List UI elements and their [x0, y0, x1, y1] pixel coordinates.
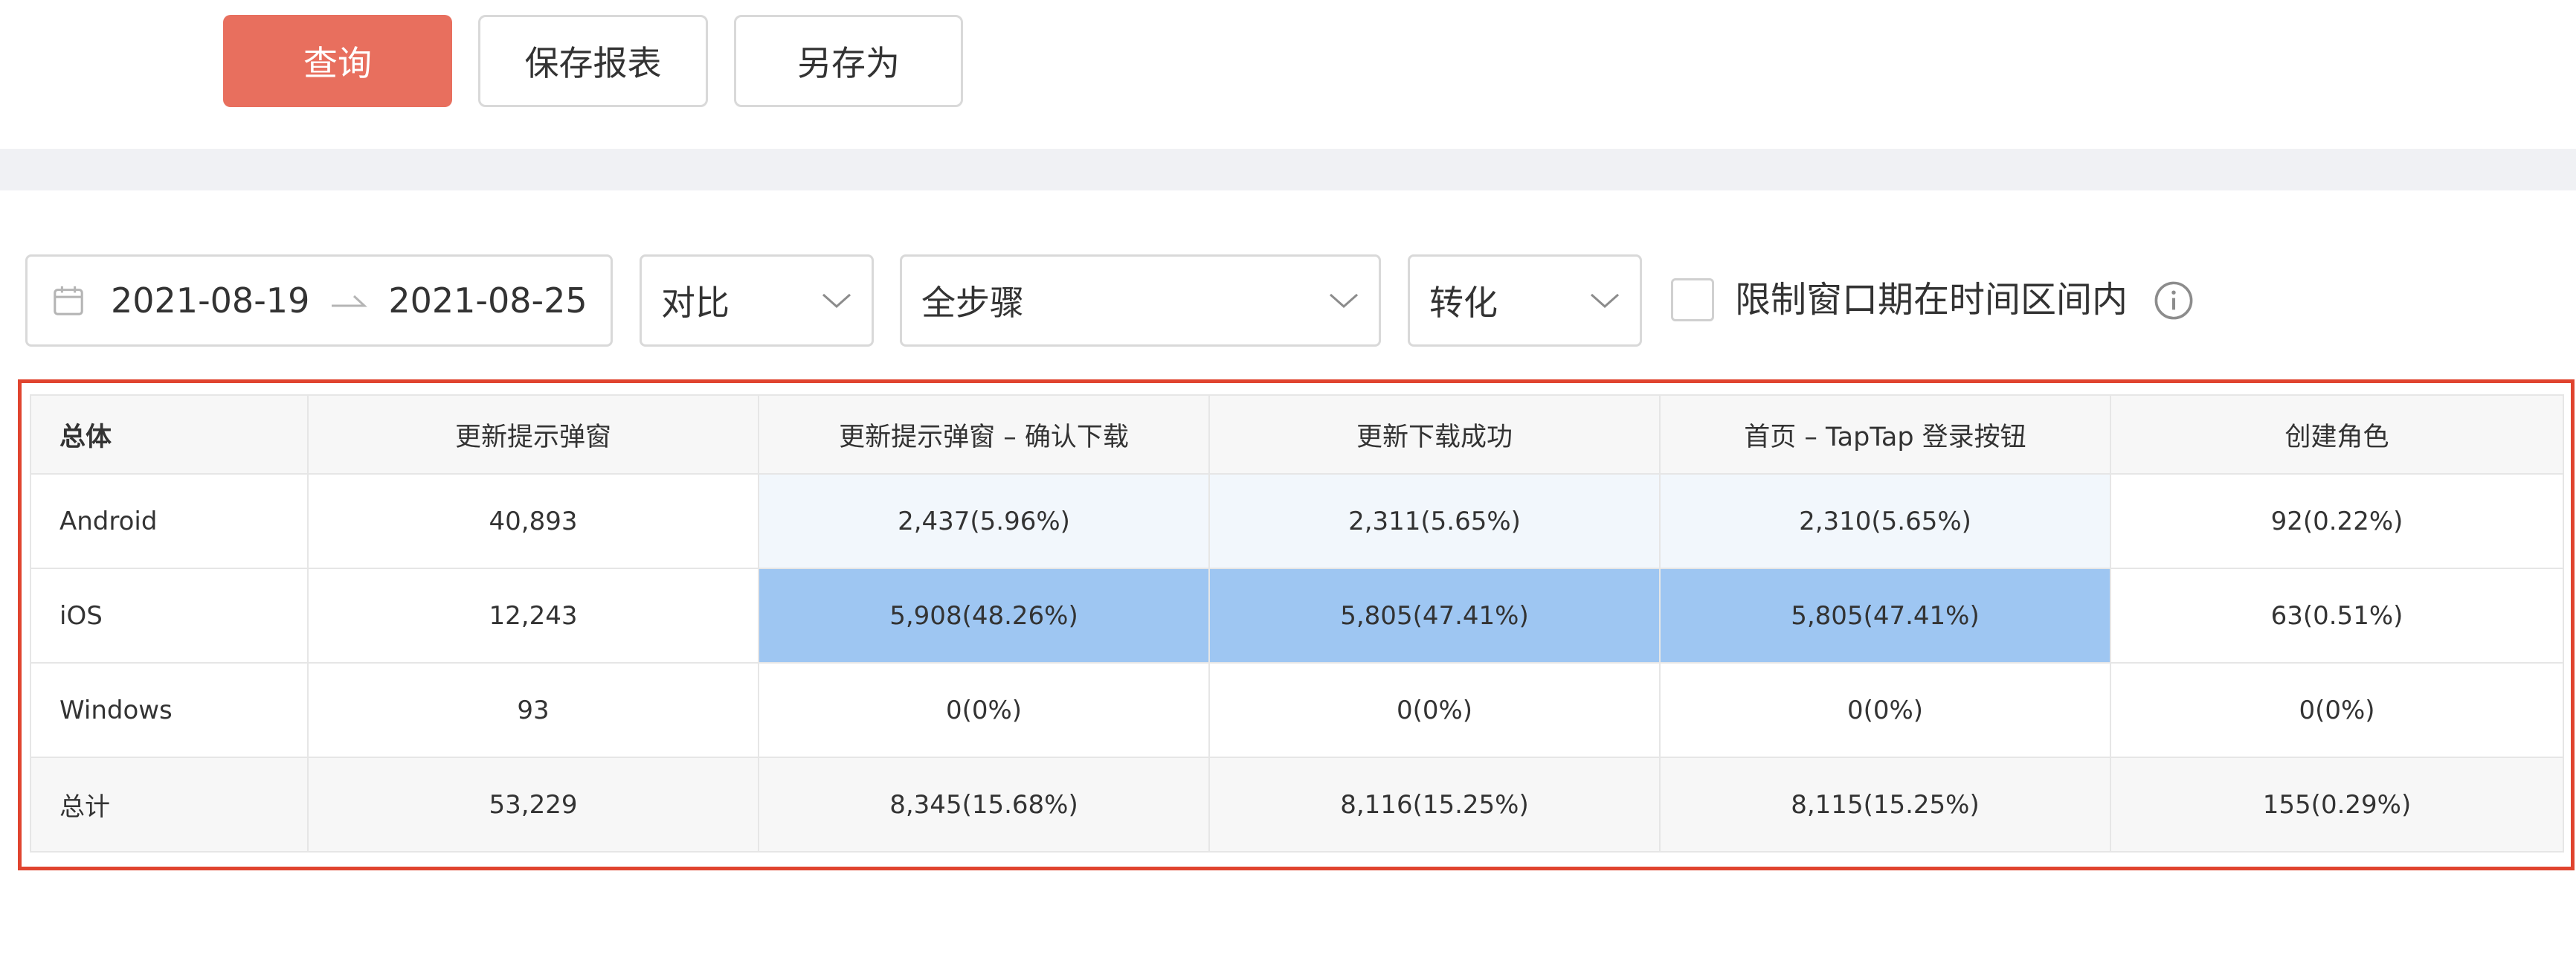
- row-label: 总计: [30, 757, 309, 853]
- save-report-button[interactable]: 保存报表: [478, 15, 708, 107]
- table-cell: 2,437(5.96%): [758, 473, 1210, 569]
- date-range-picker[interactable]: 2021-08-19 2021-08-25: [25, 254, 613, 347]
- column-header: 更新提示弹窗: [307, 394, 759, 475]
- table-cell: 5,805(47.41%): [1659, 568, 2111, 664]
- date-end[interactable]: 2021-08-25: [388, 280, 587, 321]
- compare-select-value: 对比: [661, 283, 730, 323]
- table-cell: 0(0%): [1659, 662, 2111, 758]
- steps-select-value: 全步骤: [921, 283, 1024, 323]
- compare-select[interactable]: 对比: [640, 254, 874, 347]
- row-label: Android: [30, 473, 309, 569]
- row-label: Windows: [30, 662, 309, 758]
- funnel-table: 总体 更新提示弹窗 更新提示弹窗 – 确认下载 更新下载成功 首页 – TapT…: [30, 394, 2564, 853]
- table-cell: 8,115(15.25%): [1659, 757, 2111, 853]
- table-row: iOS 12,243 5,908(48.26%) 5,805(47.41%) 5…: [30, 568, 2564, 664]
- table-cell: 2,311(5.65%): [1208, 473, 1661, 569]
- table-total-row: 总计 53,229 8,345(15.68%) 8,116(15.25%) 8,…: [30, 757, 2564, 853]
- conversion-select[interactable]: 转化: [1408, 254, 1642, 347]
- restrict-window-checkbox[interactable]: [1671, 278, 1714, 321]
- table-cell: 12,243: [307, 568, 759, 664]
- column-header: 更新下载成功: [1208, 394, 1661, 475]
- date-start[interactable]: 2021-08-19: [111, 280, 309, 321]
- table-header-row: 总体 更新提示弹窗 更新提示弹窗 – 确认下载 更新下载成功 首页 – TapT…: [30, 394, 2564, 475]
- table-row: Windows 93 0(0%) 0(0%) 0(0%) 0(0%): [30, 662, 2564, 758]
- column-header: 创建角色: [2110, 394, 2564, 475]
- table-cell: 5,805(47.41%): [1208, 568, 1661, 664]
- range-arrow-icon: [332, 295, 368, 307]
- table-cell: 92(0.22%): [2110, 473, 2564, 569]
- table-cell: 8,345(15.68%): [758, 757, 1210, 853]
- info-icon[interactable]: [2154, 280, 2194, 321]
- save-as-button[interactable]: 另存为: [734, 15, 963, 107]
- table-cell: 5,908(48.26%): [758, 568, 1210, 664]
- table-row: Android 40,893 2,437(5.96%) 2,311(5.65%)…: [30, 473, 2564, 569]
- table-cell: 0(0%): [758, 662, 1210, 758]
- calendar-icon: [54, 286, 83, 315]
- query-button[interactable]: 查询: [223, 15, 452, 107]
- table-cell: 2,310(5.65%): [1659, 473, 2111, 569]
- table-cell: 53,229: [307, 757, 759, 853]
- restrict-window-label: 限制窗口期在时间区间内: [1735, 279, 2128, 321]
- table-cell: 155(0.29%): [2110, 757, 2564, 853]
- table-cell: 0(0%): [1208, 662, 1661, 758]
- row-label: iOS: [30, 568, 309, 664]
- chevron-down-icon: [822, 293, 851, 309]
- chevron-down-icon: [1330, 293, 1358, 309]
- table-cell: 93: [307, 662, 759, 758]
- table-cell: 0(0%): [2110, 662, 2564, 758]
- chevron-down-icon: [1591, 293, 1619, 309]
- column-header: 更新提示弹窗 – 确认下载: [758, 394, 1210, 475]
- column-header: 首页 – TapTap 登录按钮: [1659, 394, 2111, 475]
- table-cell: 8,116(15.25%): [1208, 757, 1661, 853]
- steps-select[interactable]: 全步骤: [900, 254, 1381, 347]
- table-cell: 40,893: [307, 473, 759, 569]
- section-divider: [0, 149, 2576, 190]
- column-header: 总体: [30, 394, 309, 475]
- table-cell: 63(0.51%): [2110, 568, 2564, 664]
- conversion-select-value: 转化: [1429, 283, 1498, 323]
